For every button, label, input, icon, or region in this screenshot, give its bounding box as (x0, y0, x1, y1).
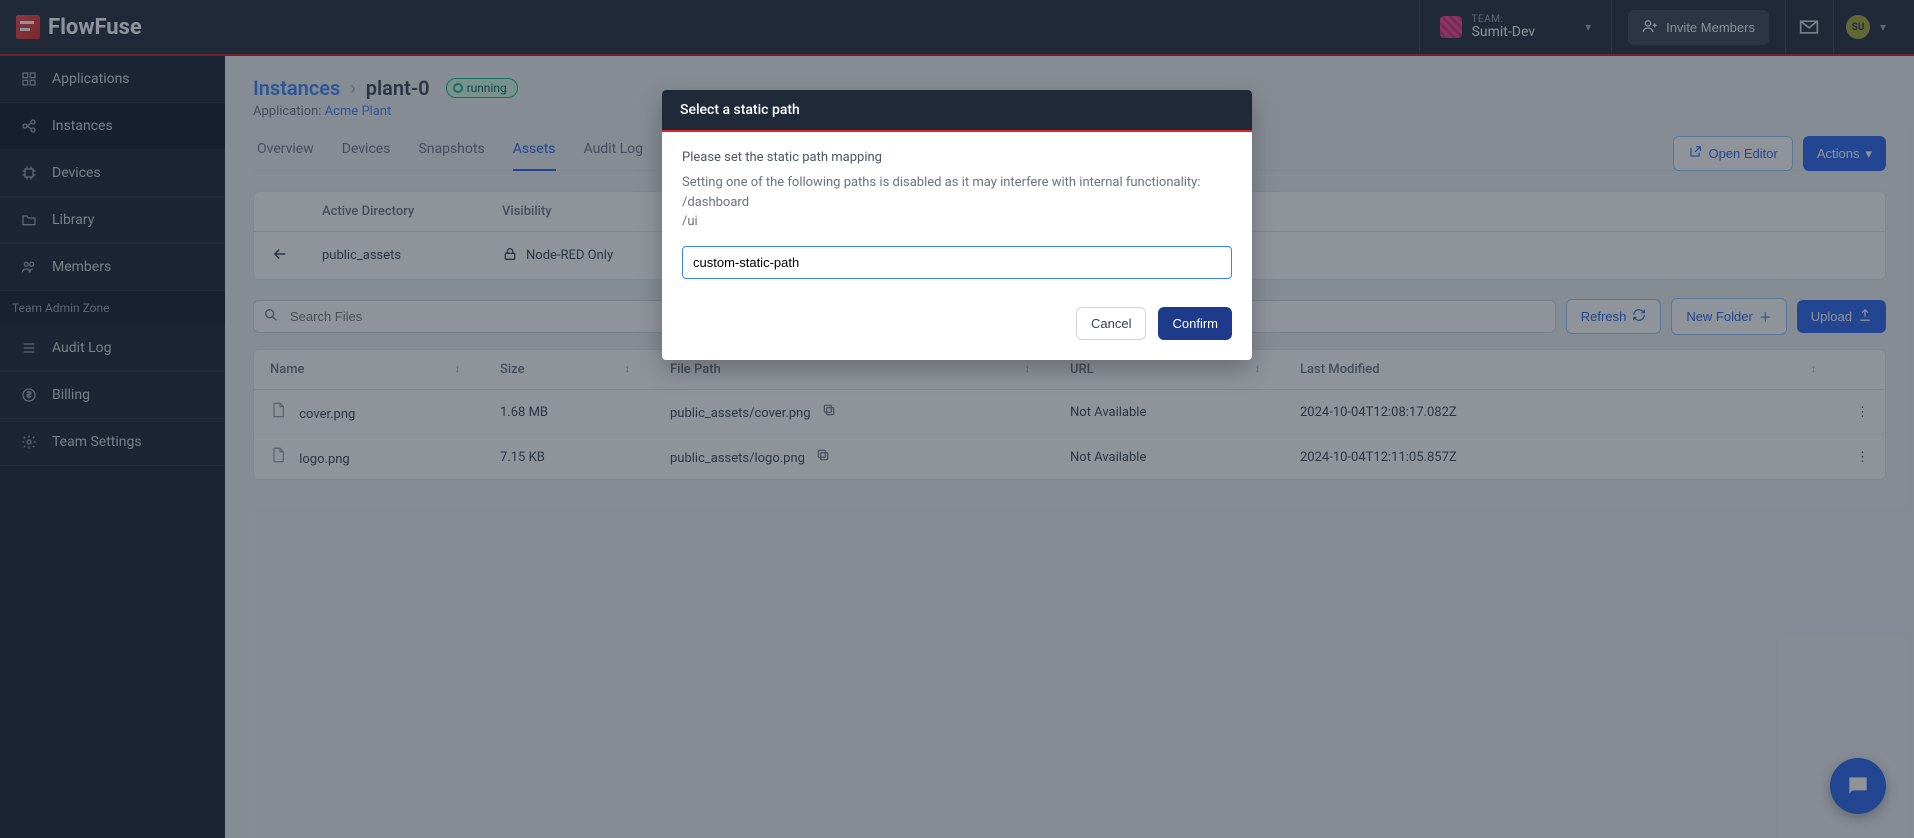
confirm-button[interactable]: Confirm (1158, 307, 1232, 340)
disabled-path-1: /ui (682, 212, 1232, 232)
modal-instruction: Please set the static path mapping (682, 150, 1232, 165)
static-path-input[interactable] (682, 246, 1232, 279)
modal-title: Select a static path (662, 90, 1252, 132)
modal-warning: Setting one of the following paths is di… (682, 173, 1232, 193)
modal-backdrop[interactable]: Select a static path Please set the stat… (0, 0, 1914, 838)
static-path-modal: Select a static path Please set the stat… (662, 90, 1252, 360)
disabled-path-0: /dashboard (682, 193, 1232, 213)
cancel-button[interactable]: Cancel (1076, 307, 1146, 340)
